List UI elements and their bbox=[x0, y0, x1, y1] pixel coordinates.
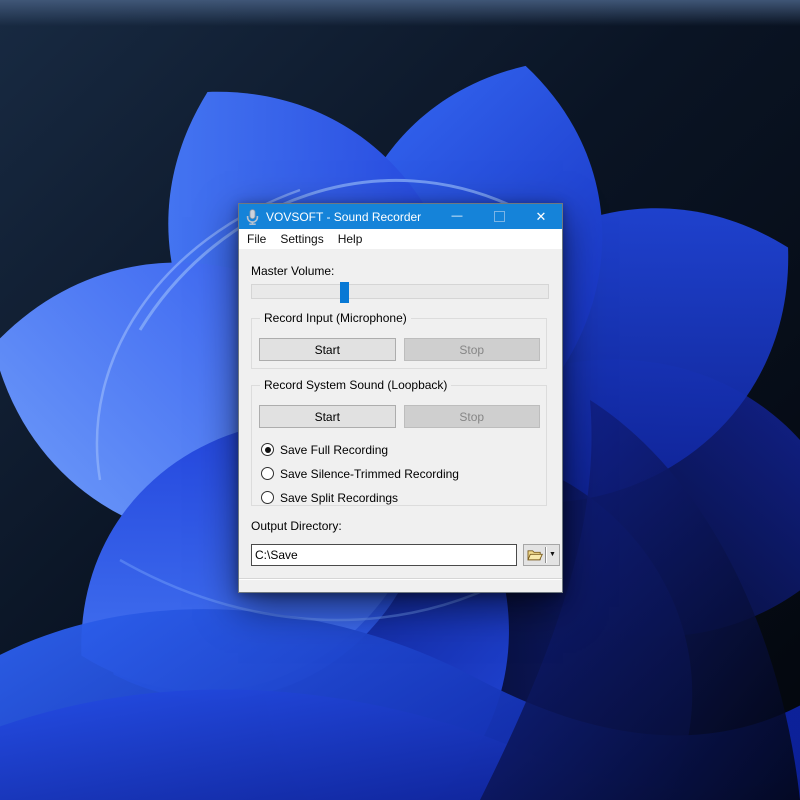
maximize-icon bbox=[494, 211, 505, 222]
maximize-button[interactable] bbox=[478, 204, 520, 229]
minimize-icon: — bbox=[452, 210, 463, 222]
radio-save-full[interactable]: Save Full Recording bbox=[261, 441, 388, 458]
radio-icon bbox=[261, 467, 274, 480]
record-system-buttons: Start Stop bbox=[259, 405, 540, 428]
menu-help[interactable]: Help bbox=[331, 229, 370, 249]
close-icon: ✕ bbox=[536, 209, 547, 225]
radio-label: Save Split Recordings bbox=[280, 491, 398, 505]
radio-label: Save Silence-Trimmed Recording bbox=[280, 467, 459, 481]
output-directory-label: Output Directory: bbox=[251, 519, 342, 533]
bottom-divider bbox=[239, 578, 562, 580]
mic-start-button[interactable]: Start bbox=[259, 338, 396, 361]
menu-settings[interactable]: Settings bbox=[273, 229, 330, 249]
output-directory-input[interactable] bbox=[251, 544, 517, 566]
record-system-title: Record System Sound (Loopback) bbox=[260, 378, 451, 392]
loopback-stop-button[interactable]: Stop bbox=[404, 405, 541, 428]
minimize-button[interactable]: — bbox=[436, 204, 478, 229]
radio-save-split[interactable]: Save Split Recordings bbox=[261, 489, 398, 506]
record-input-title: Record Input (Microphone) bbox=[260, 311, 411, 325]
radio-icon bbox=[261, 491, 274, 504]
dropdown-arrow-icon[interactable]: ▼ bbox=[546, 545, 559, 565]
browse-folder-button[interactable]: ▼ bbox=[523, 544, 560, 566]
open-folder-icon bbox=[524, 549, 545, 562]
loopback-start-button[interactable]: Start bbox=[259, 405, 396, 428]
group-record-input: Record Input (Microphone) Start Stop bbox=[251, 318, 547, 369]
microphone-icon bbox=[245, 209, 260, 225]
mic-stop-button[interactable]: Stop bbox=[404, 338, 541, 361]
desktop: VOVSOFT - Sound Recorder — ✕ File Settin… bbox=[0, 0, 800, 800]
caption-buttons: — ✕ bbox=[436, 204, 562, 229]
window-title: VOVSOFT - Sound Recorder bbox=[266, 210, 421, 224]
group-record-system: Record System Sound (Loopback) Start Sto… bbox=[251, 385, 547, 506]
titlebar[interactable]: VOVSOFT - Sound Recorder — ✕ bbox=[239, 204, 562, 229]
radio-save-silence-trimmed[interactable]: Save Silence-Trimmed Recording bbox=[261, 465, 459, 482]
radio-icon bbox=[261, 443, 274, 456]
menubar: File Settings Help bbox=[239, 229, 562, 249]
volume-slider-thumb[interactable] bbox=[340, 282, 349, 303]
master-volume-label: Master Volume: bbox=[251, 264, 334, 278]
app-window: VOVSOFT - Sound Recorder — ✕ File Settin… bbox=[238, 203, 563, 593]
record-input-buttons: Start Stop bbox=[259, 338, 540, 361]
close-button[interactable]: ✕ bbox=[520, 204, 562, 229]
radio-label: Save Full Recording bbox=[280, 443, 388, 457]
client-area: Master Volume: Record Input (Microphone)… bbox=[239, 249, 562, 592]
menu-file[interactable]: File bbox=[240, 229, 273, 249]
master-volume-slider[interactable] bbox=[251, 284, 549, 299]
